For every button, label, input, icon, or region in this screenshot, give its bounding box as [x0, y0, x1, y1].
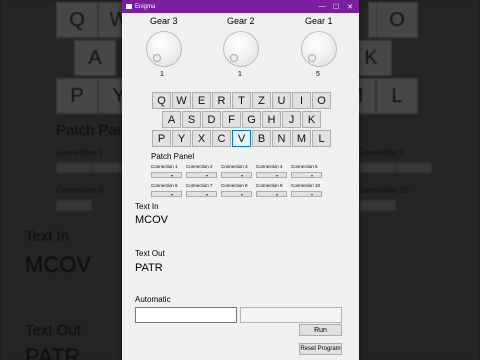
automatic-output[interactable]	[240, 307, 342, 323]
key-m[interactable]: M	[292, 130, 311, 147]
key-i[interactable]: I	[292, 92, 311, 109]
connection-2-select[interactable]: ▾	[186, 172, 217, 178]
title-bar[interactable]: Enigma — ☐ ✕	[122, 0, 359, 13]
connection-5-select[interactable]: ▾	[291, 172, 322, 178]
app-icon	[126, 4, 132, 9]
connection-6-select[interactable]: ▾	[151, 191, 182, 197]
key-u[interactable]: U	[272, 92, 291, 109]
automatic-input[interactable]	[135, 307, 237, 323]
key-v[interactable]: V	[232, 130, 251, 147]
gear-1-value: 5	[316, 71, 320, 78]
key-g[interactable]: G	[242, 111, 261, 128]
gear-1-knob[interactable]	[301, 31, 337, 67]
gear-1-label: Gear 1	[305, 16, 333, 26]
key-f[interactable]: F	[222, 111, 241, 128]
key-p[interactable]: P	[152, 130, 171, 147]
key-y[interactable]: Y	[172, 130, 191, 147]
gear-3-knob[interactable]	[146, 31, 182, 67]
key-k[interactable]: K	[302, 111, 321, 128]
key-d[interactable]: D	[202, 111, 221, 128]
text-out-label: Text Out	[135, 249, 165, 258]
patch-panel-title: Patch Panel	[151, 152, 195, 161]
key-c[interactable]: C	[212, 130, 231, 147]
key-h[interactable]: H	[262, 111, 281, 128]
text-in-label: Text In	[135, 202, 159, 211]
connection-7-select[interactable]: ▾	[186, 191, 217, 197]
key-n[interactable]: N	[272, 130, 291, 147]
knob-indicator-icon	[230, 54, 238, 62]
key-e[interactable]: E	[192, 92, 211, 109]
minimize-button[interactable]: —	[315, 0, 329, 13]
key-z[interactable]: Z	[252, 92, 271, 109]
connection-3-label: Connection 3	[221, 164, 248, 169]
connection-4-select[interactable]: ▾	[256, 172, 287, 178]
connection-9-label: Connection 9	[256, 183, 283, 188]
connection-4-label: Connection 4	[256, 164, 283, 169]
reset-program-button[interactable]: Reset Program	[299, 343, 342, 355]
key-o[interactable]: O	[312, 92, 331, 109]
key-l[interactable]: L	[312, 130, 331, 147]
gear-2-value: 1	[238, 71, 242, 78]
connection-6-label: Connection 6	[151, 183, 178, 188]
connection-5-label: Connection 5	[291, 164, 318, 169]
key-t[interactable]: T	[232, 92, 251, 109]
window-title: Enigma	[135, 3, 156, 10]
automatic-label: Automatic	[135, 295, 171, 304]
connection-8-label: Connection 8	[221, 183, 248, 188]
connection-2-label: Connection 2	[186, 164, 213, 169]
key-b[interactable]: B	[252, 130, 271, 147]
maximize-button[interactable]: ☐	[329, 0, 343, 13]
key-q[interactable]: Q	[152, 92, 171, 109]
connection-3-select[interactable]: ▾	[221, 172, 252, 178]
text-in-value: MCOV	[135, 214, 168, 226]
gear-3-label: Gear 3	[150, 16, 178, 26]
connection-7-label: Connection 7	[186, 183, 213, 188]
connection-10-select[interactable]: ▾	[291, 191, 322, 197]
knob-indicator-icon	[308, 54, 316, 62]
gear-3-value: 1	[160, 71, 164, 78]
knob-indicator-icon	[153, 54, 161, 62]
key-x[interactable]: X	[192, 130, 211, 147]
gear-2-label: Gear 2	[227, 16, 255, 26]
key-j[interactable]: J	[282, 111, 301, 128]
key-w[interactable]: W	[172, 92, 191, 109]
connection-1-label: Connection 1	[151, 164, 178, 169]
run-button[interactable]: Run	[299, 324, 342, 336]
connection-1-select[interactable]: ▾	[151, 172, 182, 178]
close-button[interactable]: ✕	[343, 0, 357, 13]
connection-10-label: Connection 10	[291, 183, 321, 188]
key-s[interactable]: S	[182, 111, 201, 128]
connection-8-select[interactable]: ▾	[221, 191, 252, 197]
connection-9-select[interactable]: ▾	[256, 191, 287, 197]
key-r[interactable]: R	[212, 92, 231, 109]
gear-2-knob[interactable]	[223, 31, 259, 67]
enigma-window: Enigma — ☐ ✕ Gear 3 1 Gear 2 1 Gear 1 5 …	[122, 0, 359, 360]
key-a[interactable]: A	[162, 111, 181, 128]
text-out-value: PATR	[135, 262, 163, 274]
